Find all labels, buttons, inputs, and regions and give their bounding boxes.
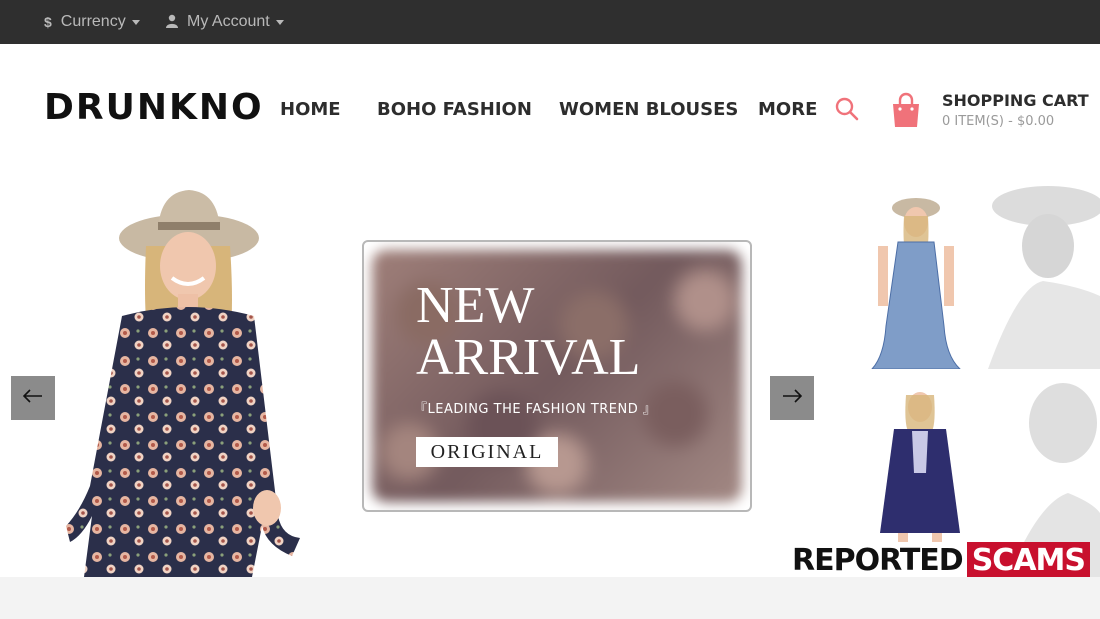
nav-women-blouses[interactable]: WOMEN BLOUSES	[559, 97, 738, 123]
arrow-right-icon	[782, 388, 803, 408]
currency-label: Currency	[60, 13, 126, 30]
product-thumbnail-blue-dress[interactable]	[868, 176, 1100, 369]
banner-title-line2: ARRIVAL	[416, 329, 641, 386]
top-bar: $ Currency My Account	[0, 0, 1100, 44]
nav-more[interactable]: MORE	[758, 97, 817, 123]
dollar-icon: $	[44, 14, 52, 30]
search-icon[interactable]	[834, 96, 860, 122]
watermark-scams: SCAMS	[966, 542, 1091, 580]
watermark-reported: REPORTED	[788, 542, 967, 580]
banner-tagline: 『LEADING THE FASHION TREND 』	[414, 402, 657, 417]
arrow-left-icon	[22, 388, 43, 408]
reported-scams-watermark: REPORTED SCAMS	[788, 542, 1091, 580]
new-arrival-banner[interactable]: NEW ARRIVAL 『LEADING THE FASHION TREND 』…	[362, 240, 752, 512]
slider-next-button[interactable]	[770, 376, 814, 420]
user-icon	[166, 14, 178, 31]
currency-dropdown[interactable]: $ Currency	[44, 0, 140, 44]
bottom-section	[0, 577, 1100, 619]
caret-down-icon	[131, 19, 140, 25]
my-account-label: My Account	[187, 13, 270, 30]
banner-title-line1: NEW	[416, 277, 535, 334]
original-button[interactable]: ORIGINAL	[416, 437, 558, 467]
shopping-bag-icon[interactable]	[890, 92, 922, 128]
my-account-dropdown[interactable]: My Account	[166, 0, 284, 44]
slider-prev-button[interactable]	[11, 376, 55, 420]
caret-down-icon	[275, 19, 284, 25]
model-photo-left	[62, 186, 312, 577]
nav-home[interactable]: HOME	[280, 97, 341, 123]
shopping-cart-title[interactable]: SHOPPING CART	[942, 91, 1089, 110]
nav-boho-fashion[interactable]: BOHO FASHION	[377, 97, 532, 123]
cart-summary: 0 ITEM(S) - $0.00	[942, 114, 1055, 129]
site-logo[interactable]: DRUNKNO	[44, 86, 264, 130]
